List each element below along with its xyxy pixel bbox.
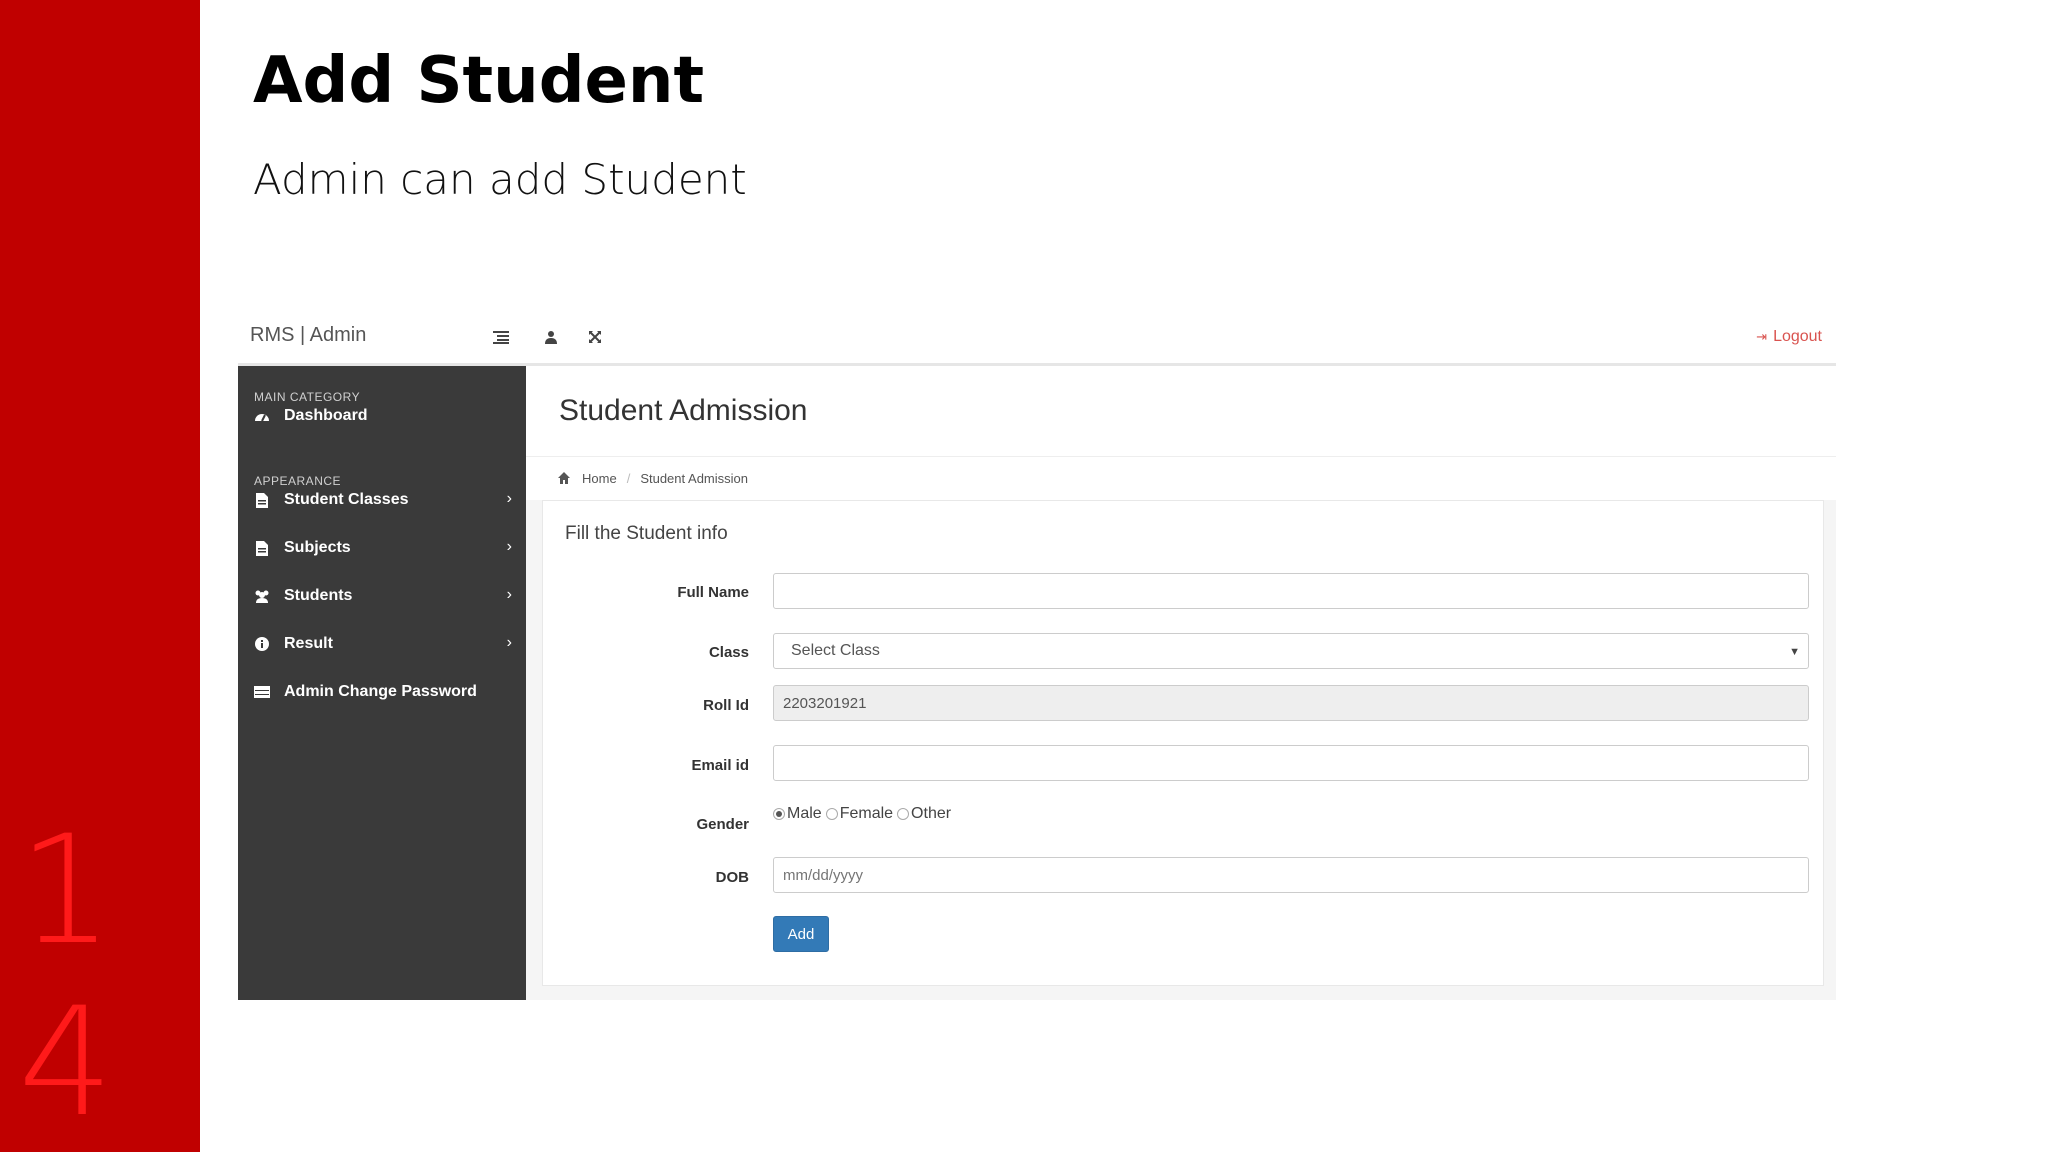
gender-option-other-label: Other: [911, 805, 952, 822]
sidebar-item-label: Subjects: [284, 539, 351, 556]
class-label: Class: [708, 644, 749, 661]
file-icon: [252, 490, 272, 510]
page-title: Student Admission: [559, 394, 808, 427]
sidebar-item-students[interactable]: Students ›: [238, 576, 526, 616]
dob-label: DOB: [715, 869, 749, 886]
chevron-right-icon: ›: [506, 586, 512, 603]
sidebar-item-admin-change-password[interactable]: Admin Change Password: [238, 672, 526, 712]
roll-id-input[interactable]: [773, 685, 1809, 721]
full-name-label: Full Name: [677, 584, 749, 601]
main-content: Student Admission Home / Student Admissi…: [526, 366, 1836, 1000]
student-form-panel: Fill the Student info Full Name Class Se…: [542, 500, 1824, 986]
brand-title[interactable]: RMS | Admin: [250, 324, 366, 347]
sign-out-icon: ⇥: [1756, 329, 1768, 344]
slide-subtitle: Admin can add Student: [253, 155, 747, 204]
breadcrumb: Home / Student Admission: [526, 456, 1836, 500]
sidebar-item-label: Result: [284, 635, 333, 652]
top-navbar: RMS | Admin ⇥ Logout: [238, 310, 1836, 366]
gender-label: Gender: [696, 816, 749, 833]
breadcrumb-current: Student Admission: [640, 471, 748, 486]
caret-down-icon: ▼: [1789, 646, 1800, 658]
email-input[interactable]: [773, 745, 1809, 781]
users-icon: [252, 586, 272, 606]
add-button[interactable]: Add: [773, 916, 829, 952]
roll-id-label: Roll Id: [703, 697, 749, 714]
chevron-right-icon: ›: [506, 634, 512, 651]
dashboard-icon: [252, 406, 272, 426]
sidebar-item-label: Admin Change Password: [284, 683, 477, 700]
sidebar-item-label: Dashboard: [284, 407, 368, 424]
slide-number-digit-2: 4: [18, 976, 114, 1150]
gender-radio-female[interactable]: [825, 808, 838, 820]
panel-title: Fill the Student info: [565, 523, 728, 544]
gender-radio-group: Male Female Other: [773, 805, 951, 823]
sidebar-item-subjects[interactable]: Subjects ›: [238, 528, 526, 568]
sidebar-item-label: Students: [284, 587, 353, 604]
gender-option-female-label: Female: [839, 805, 894, 822]
slide-number-digit-1: 1: [18, 804, 114, 978]
menu-icon[interactable]: [490, 326, 512, 348]
breadcrumb-separator: /: [626, 471, 631, 486]
app-screenshot: RMS | Admin ⇥ Logout MAIN CATEGORY Dashbo…: [238, 310, 1836, 1000]
sidebar: MAIN CATEGORY Dashboard APPEARANCE Stude…: [238, 366, 526, 1000]
fullscreen-icon[interactable]: [584, 326, 606, 348]
home-icon: [558, 471, 572, 486]
slide-title: Add Student: [253, 44, 705, 118]
gender-option-male-label: Male: [787, 805, 822, 822]
table-icon: [252, 682, 272, 702]
logout-link[interactable]: ⇥ Logout: [1756, 328, 1822, 346]
sidebar-item-label: Student Classes: [284, 491, 409, 508]
email-label: Email id: [691, 757, 749, 774]
sidebar-item-student-classes[interactable]: Student Classes ›: [238, 480, 526, 520]
logout-label: Logout: [1773, 328, 1822, 345]
user-icon[interactable]: [540, 326, 562, 348]
chevron-right-icon: ›: [506, 538, 512, 555]
file-icon: [252, 538, 272, 558]
gender-radio-male[interactable]: [773, 808, 785, 820]
sidebar-item-result[interactable]: Result ›: [238, 624, 526, 664]
sidebar-item-dashboard[interactable]: Dashboard: [238, 396, 526, 436]
gender-radio-other[interactable]: [897, 808, 910, 820]
slide-number: 1 4: [18, 805, 178, 1149]
chevron-right-icon: ›: [506, 490, 512, 507]
dob-input[interactable]: [773, 857, 1809, 893]
class-select-value: Select Class: [791, 642, 880, 659]
breadcrumb-home-link[interactable]: Home: [582, 471, 617, 486]
full-name-input[interactable]: [773, 573, 1809, 609]
class-select[interactable]: Select Class ▼: [773, 633, 1809, 669]
page-header: Student Admission: [526, 366, 1836, 456]
info-icon: [252, 634, 272, 654]
